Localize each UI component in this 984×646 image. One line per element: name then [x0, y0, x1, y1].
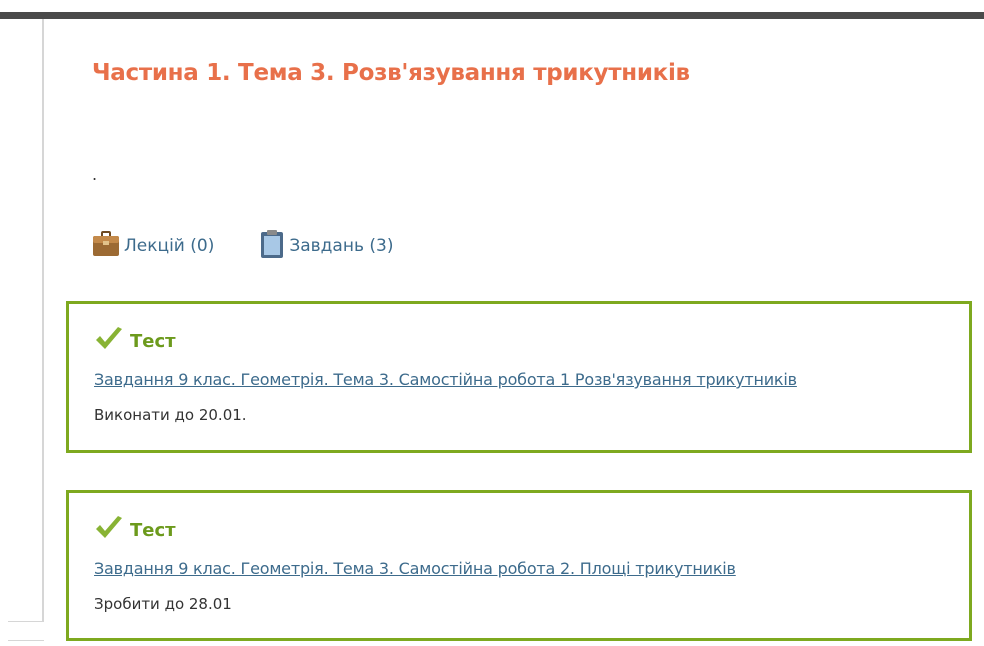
lectures-label: Лекцій (0) [124, 236, 215, 256]
topic-stats: Лекцій (0) Завдань (3) [92, 229, 393, 264]
lectures-link[interactable]: Лекцій (0) [92, 230, 214, 263]
task-type: Тест [94, 326, 176, 356]
top-bar [0, 12, 984, 19]
page-title: Частина 1. Тема 3. Розв'язування трикутн… [92, 60, 690, 86]
task-card: Тест Завдання 9 клас. Геометрія. Тема 3.… [66, 490, 972, 641]
task-deadline: Зробити до 28.01 [94, 595, 232, 613]
tasks-label: Завдань (3) [289, 236, 394, 256]
checkmark-icon [94, 515, 124, 545]
task-title-link[interactable]: Завдання 9 клас. Геометрія. Тема 3. Само… [94, 370, 797, 389]
task-type-label: Тест [130, 330, 176, 352]
clipboard-icon [259, 229, 285, 264]
task-card: Тест Завдання 9 клас. Геометрія. Тема 3.… [66, 301, 972, 453]
task-deadline: Виконати до 20.01. [94, 406, 247, 424]
tasks-link[interactable]: Завдань (3) [259, 229, 393, 264]
task-type: Тест [94, 515, 176, 545]
left-panel-bottom-line [8, 621, 44, 622]
checkmark-icon [94, 326, 124, 356]
left-panel-divider [42, 19, 44, 622]
left-panel-bottom-line-2 [8, 640, 44, 641]
topic-description: . [92, 165, 98, 184]
task-title-link[interactable]: Завдання 9 клас. Геометрія. Тема 3. Само… [94, 559, 736, 578]
task-type-label: Тест [130, 519, 176, 541]
briefcase-icon [92, 230, 120, 263]
